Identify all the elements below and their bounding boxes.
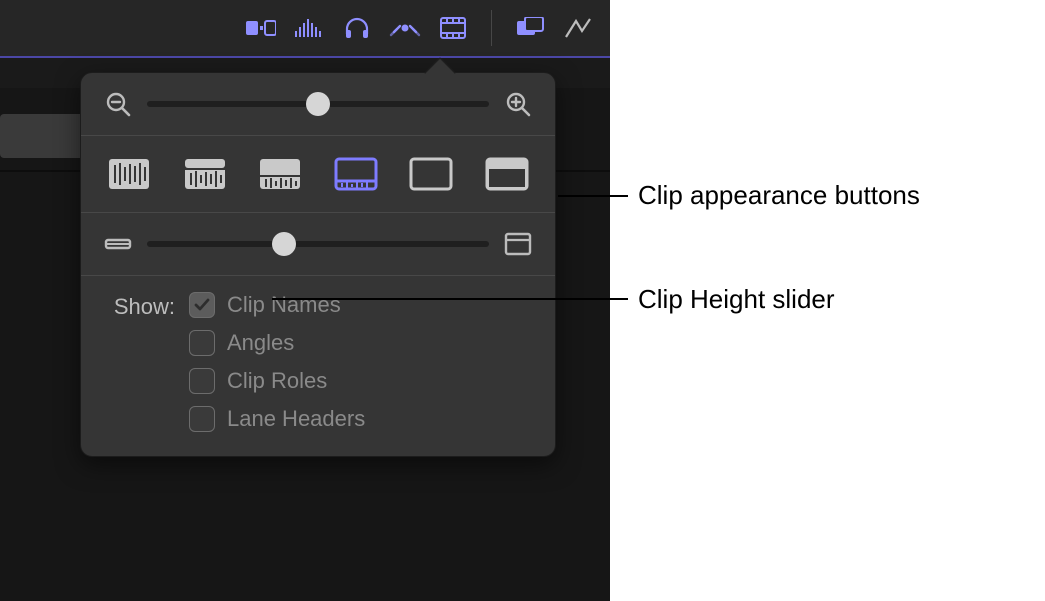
callout-appearance: Clip appearance buttons [638, 180, 920, 211]
clip-height-slider-thumb[interactable] [272, 232, 296, 256]
check-clip-names-label: Clip Names [227, 292, 341, 318]
zoom-out-icon[interactable] [103, 89, 133, 119]
check-clip-names[interactable] [189, 292, 215, 318]
zoom-in-icon[interactable] [503, 89, 533, 119]
timeline-index-icon[interactable] [243, 10, 279, 46]
check-angles[interactable] [189, 330, 215, 356]
clip-appearance-section [81, 136, 555, 213]
skimming-icon[interactable] [387, 10, 423, 46]
toolbar-inner [243, 10, 610, 46]
clip-height-slider-track [147, 241, 489, 247]
check-angles-row[interactable]: Angles [189, 330, 365, 356]
appearance-waveform-only-button[interactable] [103, 154, 155, 194]
split-view-icon[interactable] [512, 10, 548, 46]
appearance-waveform-large-button[interactable] [179, 154, 231, 194]
clip-stub[interactable] [0, 114, 84, 158]
callout-line-height [272, 298, 628, 300]
show-section: Show: Clip Names Angles [81, 276, 555, 456]
show-checks: Clip Names Angles Clip Roles [189, 292, 365, 432]
appearance-waveform-small-button[interactable] [254, 154, 306, 194]
zoom-slider[interactable] [147, 92, 489, 116]
check-clip-names-row[interactable]: Clip Names [189, 292, 365, 318]
clip-appearance-popover: Show: Clip Names Angles [80, 72, 556, 457]
timeline-sync-icon[interactable] [560, 10, 596, 46]
check-lane-headers[interactable] [189, 406, 215, 432]
clip-height-section [81, 213, 555, 276]
zoom-slider-row [103, 89, 533, 119]
clip-height-large-icon [503, 229, 533, 259]
clip-height-slider-row [103, 229, 533, 259]
check-angles-label: Angles [227, 330, 294, 356]
callout-line-appearance [558, 195, 628, 197]
appearance-filmstrip-waveform-button[interactable] [330, 154, 382, 194]
clip-appearance-buttons [103, 152, 533, 196]
zoom-slider-thumb[interactable] [306, 92, 330, 116]
clip-height-slider[interactable] [147, 232, 489, 256]
toolbar [0, 0, 610, 56]
check-clip-roles-row[interactable]: Clip Roles [189, 368, 365, 394]
clip-height-small-icon [103, 229, 133, 259]
callout-height: Clip Height slider [638, 284, 835, 315]
headphones-icon[interactable] [339, 10, 375, 46]
check-lane-headers-row[interactable]: Lane Headers [189, 406, 365, 432]
check-lane-headers-label: Lane Headers [227, 406, 365, 432]
check-clip-roles[interactable] [189, 368, 215, 394]
audio-meters-icon[interactable] [291, 10, 327, 46]
toolbar-separator [491, 10, 492, 46]
zoom-section [81, 73, 555, 136]
check-clip-roles-label: Clip Roles [227, 368, 327, 394]
show-row: Show: Clip Names Angles [103, 292, 533, 432]
appearance-label-only-button[interactable] [481, 154, 533, 194]
appearance-filmstrip-only-button[interactable] [405, 154, 457, 194]
clip-appearance-icon[interactable] [435, 10, 471, 46]
app-dark-region: Show: Clip Names Angles [0, 0, 610, 601]
show-label: Show: [103, 292, 175, 432]
